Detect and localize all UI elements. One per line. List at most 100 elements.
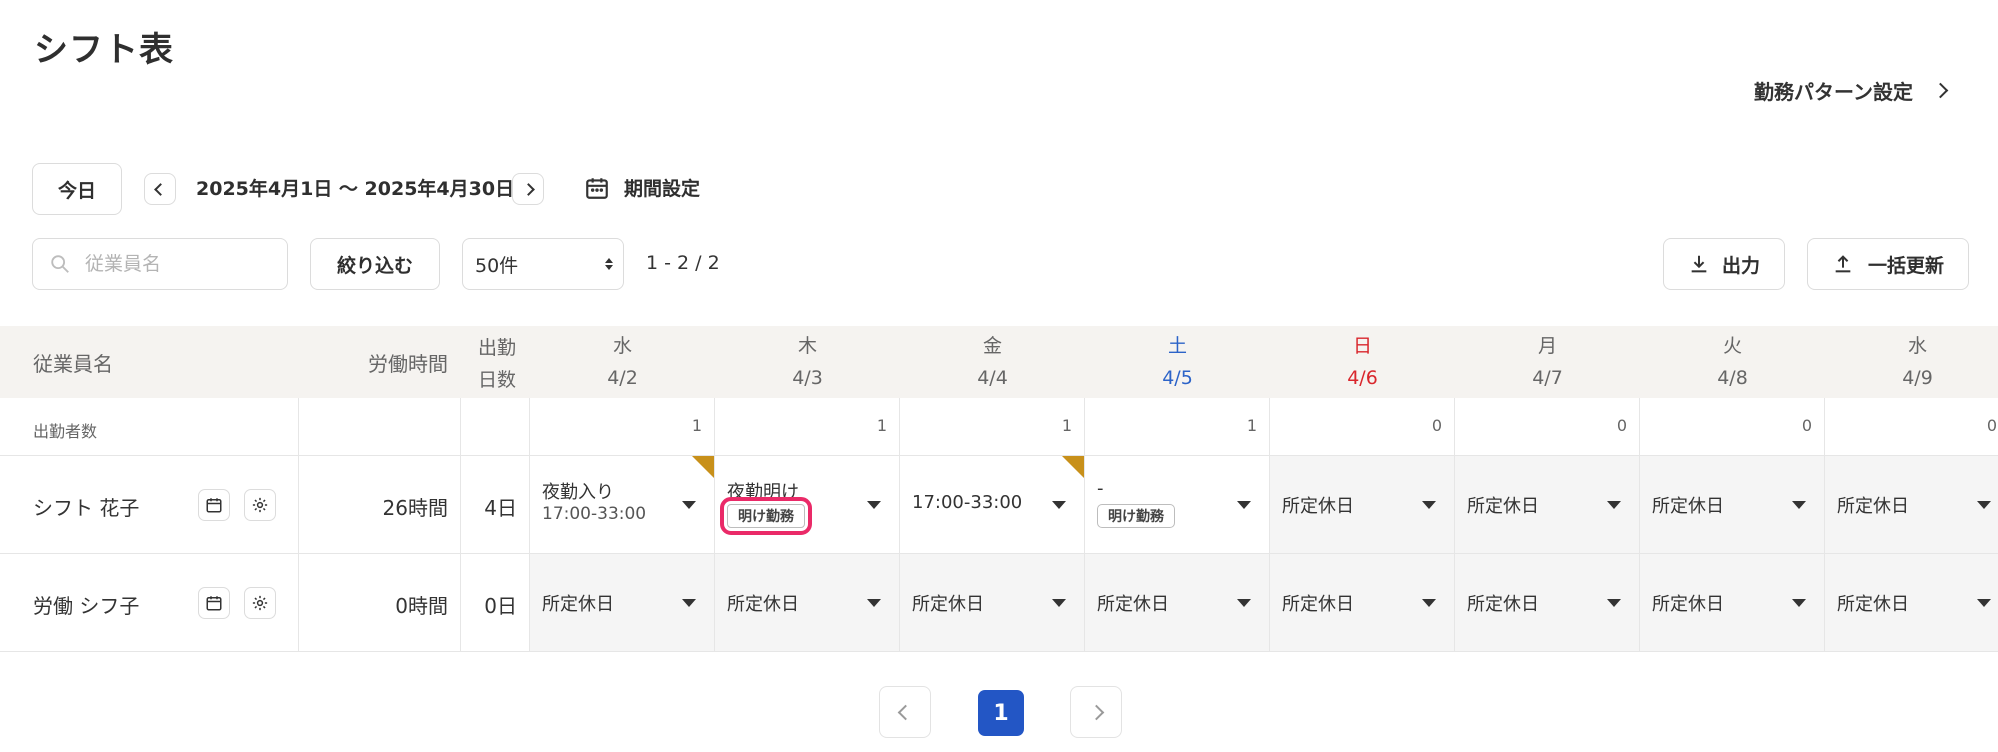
shift-cell[interactable]: 所定休日 [1085, 554, 1270, 652]
day-header-date: 4/9 [1902, 367, 1933, 389]
day-header-date: 4/5 [1162, 367, 1193, 389]
dropdown-arrow-icon[interactable] [867, 500, 881, 509]
period-setting-label: 期間設定 [624, 178, 701, 200]
attendee-count-label: 出勤者数 [33, 422, 98, 441]
shift-label: 夜勤入り [542, 482, 614, 503]
employee-row: シフト 花子 [0, 456, 299, 554]
period-setting-button[interactable]: 期間設定 [584, 174, 700, 201]
header-work-days-line2: 日数 [478, 369, 517, 391]
work-pattern-settings-link[interactable]: 勤務パターン設定 [1754, 76, 1949, 105]
per-page-select[interactable]: 50件 [462, 238, 624, 290]
dropdown-arrow-icon[interactable] [1977, 500, 1991, 509]
header-work-days-line1: 出勤 [478, 337, 517, 359]
attendee-count-cell: 1 [900, 398, 1085, 456]
select-arrows-icon [605, 258, 613, 270]
shift-cell[interactable]: 所定休日 [1640, 456, 1825, 554]
shift-cell[interactable]: 夜勤明け 明け勤務 [715, 456, 900, 554]
employee-calendar-button[interactable] [198, 587, 230, 619]
employee-search-input[interactable] [83, 252, 267, 276]
day-header: 日 4/6 [1270, 326, 1455, 402]
day-header-weekday: 土 [1167, 335, 1187, 357]
day-header: 水 4/2 [530, 326, 715, 402]
page-title: シフト表 [34, 30, 174, 70]
shift-label: 所定休日 [1837, 594, 1909, 615]
shift-cell[interactable]: 所定休日 [1455, 456, 1640, 554]
employee-work-hours: 26時間 [299, 456, 461, 554]
shift-cell[interactable]: 所定休日 [530, 554, 715, 652]
day-header-weekday: 木 [797, 335, 817, 357]
previous-period-button[interactable] [144, 173, 176, 205]
corner-flag-icon [1062, 456, 1084, 478]
dropdown-arrow-icon[interactable] [1422, 598, 1436, 607]
shift-label: 所定休日 [1282, 594, 1354, 615]
dropdown-arrow-icon[interactable] [1977, 598, 1991, 607]
gear-icon [252, 595, 268, 611]
dropdown-arrow-icon[interactable] [1607, 598, 1621, 607]
shift-label: 所定休日 [727, 594, 799, 615]
current-page-button[interactable]: 1 [978, 690, 1024, 736]
work-pattern-settings-label: 勤務パターン設定 [1754, 80, 1913, 104]
dropdown-arrow-icon[interactable] [1607, 500, 1621, 509]
dropdown-arrow-icon[interactable] [682, 500, 696, 509]
previous-page-button[interactable] [879, 686, 931, 738]
shift-cell[interactable]: - 明け勤務 [1085, 456, 1270, 554]
employee-search-box[interactable] [32, 238, 288, 290]
shift-label: 所定休日 [1652, 496, 1724, 517]
bulk-update-button[interactable]: 一括更新 [1807, 238, 1969, 290]
employee-settings-button[interactable] [244, 587, 276, 619]
shift-cell[interactable]: 所定休日 [900, 554, 1085, 652]
shift-cell[interactable]: 所定休日 [715, 554, 900, 652]
header-employee-name: 従業員名 [33, 352, 113, 376]
dropdown-arrow-icon[interactable] [1792, 500, 1806, 509]
day-header: 木 4/3 [715, 326, 900, 402]
day-header-weekday: 月 [1537, 335, 1557, 357]
next-period-button[interactable] [512, 173, 544, 205]
shift-time: 17:00-33:00 [542, 504, 647, 524]
search-icon [51, 255, 69, 273]
header-work-days: 出勤 日数 [478, 332, 516, 396]
day-header: 月 4/7 [1455, 326, 1640, 402]
dropdown-arrow-icon[interactable] [1237, 598, 1251, 607]
calendar-icon [206, 498, 222, 513]
shift-label: 所定休日 [1097, 594, 1169, 615]
employee-name: 労働 シフ子 [33, 594, 140, 618]
export-button[interactable]: 出力 [1663, 238, 1785, 290]
shift-cell[interactable]: 17:00-33:00 [900, 456, 1085, 554]
day-header: 火 4/8 [1640, 326, 1825, 402]
gear-icon [252, 497, 268, 513]
filter-button[interactable]: 絞り込む [310, 238, 440, 290]
upload-icon [1835, 255, 1851, 273]
shift-cell[interactable]: 所定休日 [1640, 554, 1825, 652]
dropdown-arrow-icon[interactable] [682, 598, 696, 607]
bulk-update-label: 一括更新 [1867, 254, 1944, 277]
employee-settings-button[interactable] [244, 489, 276, 521]
today-button[interactable]: 今日 [32, 163, 122, 215]
attendee-count-cell: 0 [1825, 398, 1998, 456]
shift-cell[interactable]: 夜勤入り 17:00-33:00 [530, 456, 715, 554]
result-range-text: 1 - 2 / 2 [646, 252, 720, 274]
shift-cell[interactable]: 所定休日 [1825, 456, 1998, 554]
attendee-count-cell: 1 [1085, 398, 1270, 456]
shift-cell[interactable]: 所定休日 [1270, 456, 1455, 554]
attendee-count-cell: 1 [530, 398, 715, 456]
shift-cell[interactable]: 所定休日 [1455, 554, 1640, 652]
dropdown-arrow-icon[interactable] [1052, 500, 1066, 509]
shift-label: 所定休日 [912, 594, 984, 615]
shift-cell[interactable]: 所定休日 [1825, 554, 1998, 652]
dropdown-arrow-icon[interactable] [1422, 500, 1436, 509]
day-header: 土 4/5 [1085, 326, 1270, 402]
dropdown-arrow-icon[interactable] [1792, 598, 1806, 607]
dropdown-arrow-icon[interactable] [1237, 500, 1251, 509]
employee-calendar-button[interactable] [198, 489, 230, 521]
dropdown-arrow-icon[interactable] [1052, 598, 1066, 607]
corner-flag-icon [692, 456, 714, 478]
next-page-button[interactable] [1070, 686, 1122, 738]
chevron-left-icon [897, 704, 913, 720]
count-row-hours-cell [299, 398, 461, 456]
shift-label: 所定休日 [1837, 496, 1909, 517]
day-header-weekday: 金 [982, 335, 1002, 357]
shift-cell[interactable]: 所定休日 [1270, 554, 1455, 652]
chevron-right-icon [1088, 704, 1104, 720]
shift-label: 所定休日 [1652, 594, 1724, 615]
dropdown-arrow-icon[interactable] [867, 598, 881, 607]
